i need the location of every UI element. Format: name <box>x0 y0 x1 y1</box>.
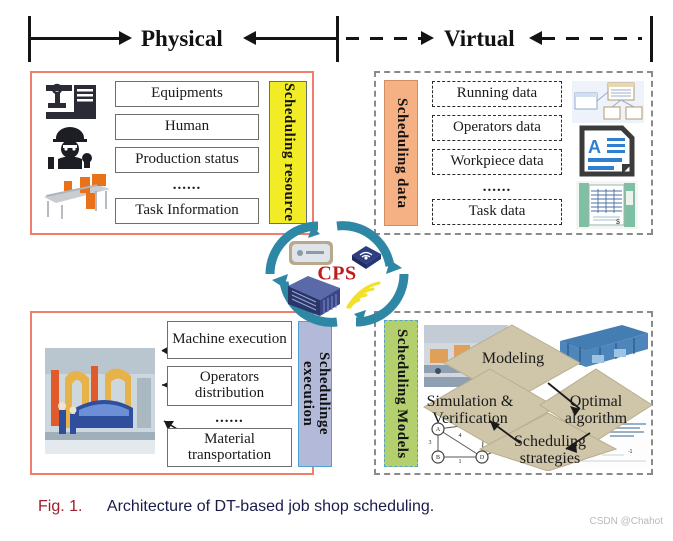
figure-number: Fig. 1. <box>38 498 83 515</box>
vertical-bar-scheduling-data: Scheduling data <box>384 80 418 226</box>
flow-node-scheduling-strategies[interactable]: Scheduling strategies <box>502 431 598 471</box>
svg-text:A: A <box>588 137 601 157</box>
item-box[interactable]: Material transportation <box>167 428 292 467</box>
panel-scheduling-data: Scheduling data Running data Operators d… <box>374 71 653 235</box>
item-box[interactable]: Task Information <box>115 198 259 224</box>
database-diagram-icon <box>572 81 644 123</box>
vertical-bar-label: Schedulinge execution <box>300 352 332 436</box>
ellipsis-label: ...... <box>215 410 244 426</box>
vertical-bar-label: Scheduling resource <box>280 83 297 222</box>
spreadsheet-book-icon: $ <box>576 181 638 229</box>
figure-caption: Fig. 1. Architecture of DT-based job sho… <box>38 498 434 516</box>
ellipsis-label: ...... <box>172 177 202 193</box>
item-box[interactable]: Operators distribution <box>167 366 292 406</box>
vertical-bar-label: Scheduling Models <box>393 328 410 459</box>
item-box[interactable]: Task data <box>432 199 562 225</box>
cnc-machine-icon <box>46 83 96 119</box>
item-box[interactable]: Running data <box>432 81 562 107</box>
header-tick-right <box>650 16 653 62</box>
figure-caption-text: Architecture of DT-based job shop schedu… <box>106 498 435 515</box>
ellipsis-label: ...... <box>482 179 512 195</box>
panel-scheduling-models: Scheduling Models A B D 4 3 1 -1 Modelin… <box>374 311 653 475</box>
conveyor-line-icon <box>44 174 110 219</box>
flow-node-simulation-verification[interactable]: Simulation & Verification <box>422 391 518 431</box>
cps-hub: CPS <box>262 218 412 330</box>
item-box[interactable]: Operators data <box>432 115 562 141</box>
vertical-bar-scheduling-resource: Scheduling resource <box>269 81 307 224</box>
item-box[interactable]: Human <box>115 114 259 140</box>
panel-scheduling-resource: Equipments Human Production status .....… <box>30 71 314 235</box>
header-tick-center <box>336 16 339 62</box>
assembly-line-photo <box>45 348 155 454</box>
arrow-right-icon <box>119 31 132 45</box>
header-line-left-out <box>29 37 121 40</box>
header-dash-right-out <box>346 37 422 40</box>
item-box[interactable]: Equipments <box>115 81 259 107</box>
flow-node-optimal-algorithm[interactable]: Optimal algorithm <box>550 391 642 431</box>
vertical-bar-label: Scheduling data <box>393 97 410 209</box>
header-dash-right-in <box>542 37 642 40</box>
header-line-left-in <box>255 37 337 40</box>
item-box[interactable]: Workpiece data <box>432 149 562 175</box>
svg-text:$: $ <box>616 219 620 226</box>
header-label-virtual: Virtual <box>444 26 515 51</box>
arrow-right-icon <box>421 31 434 45</box>
cps-label: CPS <box>317 262 357 285</box>
header-label-physical: Physical <box>141 26 223 51</box>
vertical-bar-scheduling-models: Scheduling Models <box>384 320 418 467</box>
panel-schedulinge-execution: Machine execution Operators distribution… <box>30 311 332 475</box>
item-box[interactable]: Production status <box>115 147 259 173</box>
worker-helmet-icon <box>48 127 92 169</box>
watermark: CSDN @Chahot <box>589 516 663 527</box>
flow-node-modeling[interactable]: Modeling <box>468 349 558 369</box>
header-band: Physical Virtual <box>0 14 673 64</box>
document-text-icon: A <box>579 125 635 177</box>
vertical-bar-schedulinge-execution: Schedulinge execution <box>298 321 332 467</box>
arrow-left-icon <box>529 31 542 45</box>
